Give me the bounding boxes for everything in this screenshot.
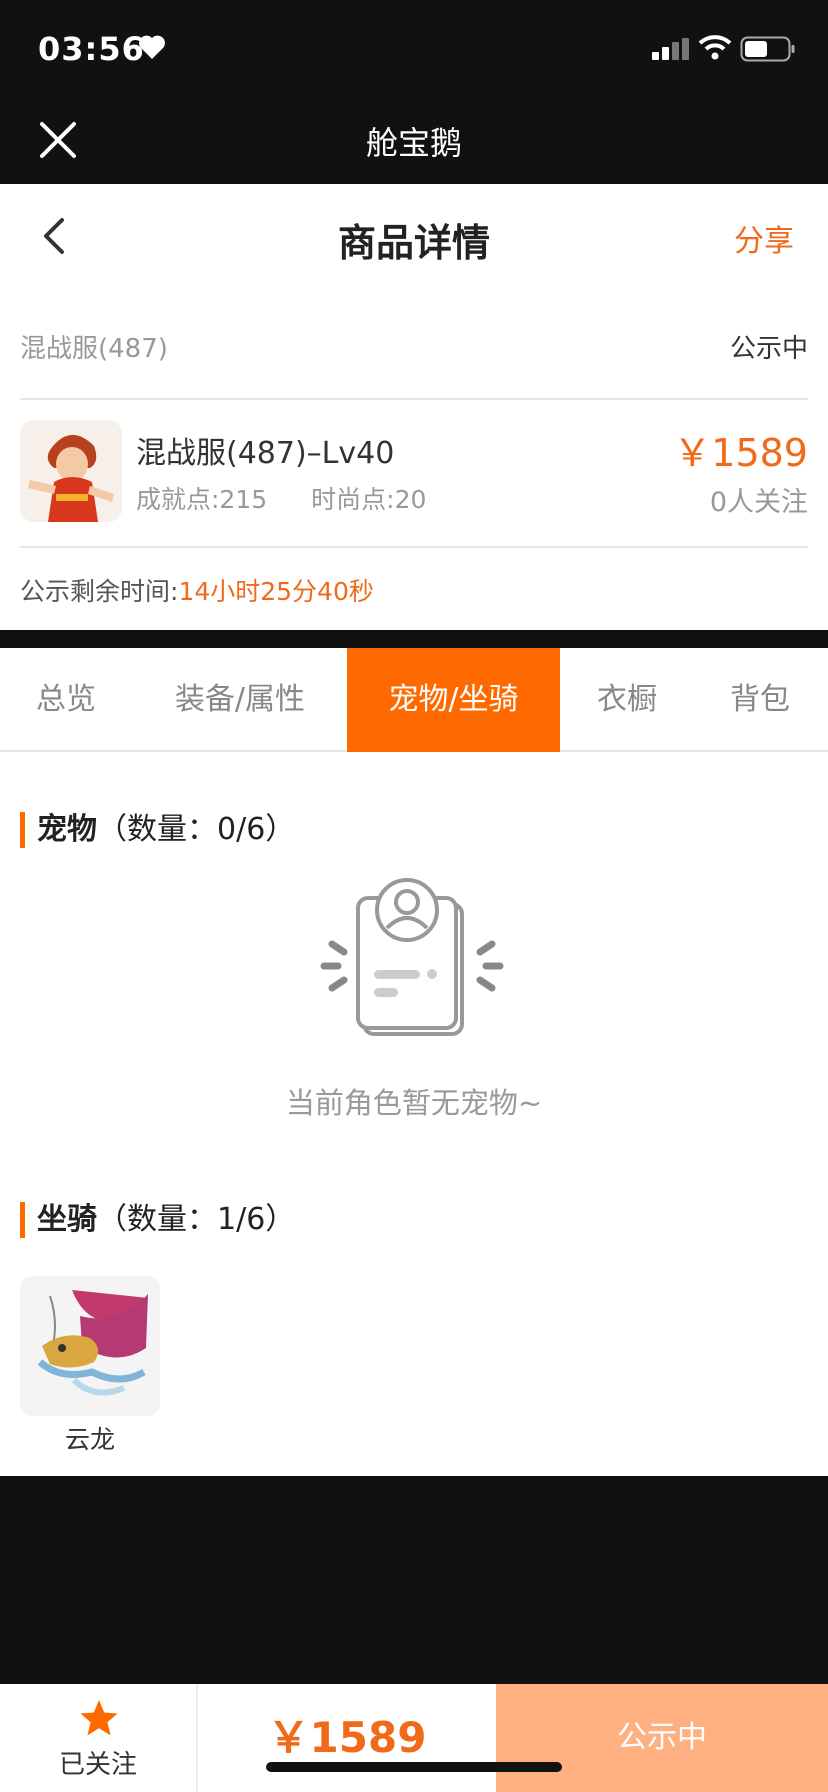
server-name: 混战服(487) xyxy=(20,334,168,364)
pets-mounts-panel: 宠物（数量：0/6） 当前角色暂无宠物~ 坐骑（数量：1/6） 云龙 xyxy=(0,752,828,1476)
achievement-points: 成就点:215 xyxy=(136,485,268,514)
character-avatar xyxy=(20,420,122,522)
bottom-price: ￥1589 xyxy=(267,1713,427,1762)
remaining-value: 14小时25分40秒 xyxy=(178,577,374,606)
mount-name: 云龙 xyxy=(64,1425,115,1454)
tab-overview[interactable]: 总览 xyxy=(0,648,132,752)
mount-card[interactable] xyxy=(20,1276,160,1416)
tab-backpack[interactable]: 背包 xyxy=(712,648,808,752)
star-icon xyxy=(80,1700,118,1736)
pets-heading: 宠物（数量：0/6） xyxy=(20,812,295,848)
mounts-heading: 坐骑（数量：1/6） xyxy=(20,1202,295,1238)
tab-pets-mounts[interactable]: 宠物/坐骑 xyxy=(347,648,560,752)
remaining-label: 公示剩余时间: xyxy=(20,577,179,606)
home-indicator[interactable] xyxy=(266,1762,562,1772)
bottom-bar: 已关注 ￥1589 公示中 xyxy=(0,1684,828,1792)
empty-pet-icon xyxy=(320,878,504,1036)
nav-bar: 商品详情 分享 xyxy=(0,184,828,288)
app-bar: 舱宝鹅 xyxy=(0,96,828,184)
heart-icon xyxy=(139,35,165,59)
battery-icon xyxy=(740,36,795,62)
mounts-title: 坐骑 xyxy=(37,1202,97,1237)
follow-label: 已关注 xyxy=(58,1750,137,1780)
tab-equipment[interactable]: 装备/属性 xyxy=(152,648,328,752)
app-title: 舱宝鹅 xyxy=(365,124,462,162)
signal-icon xyxy=(652,38,689,60)
product-header: 商品详情 分享 混战服(487) 公示中 混战服(487)–Lv40 成就点:2… xyxy=(0,184,828,630)
share-button[interactable]: 分享 xyxy=(734,216,794,260)
mounts-count: （数量：1/6） xyxy=(97,1202,296,1237)
empty-pet-text: 当前角色暂无宠物~ xyxy=(285,1086,543,1120)
item-stats: 成就点:215 时尚点:20 xyxy=(136,480,426,516)
remaining-time: 公示剩余时间:14小时25分40秒 xyxy=(20,572,374,608)
tab-wardrobe[interactable]: 衣橱 xyxy=(580,648,674,752)
item-card[interactable]: 混战服(487)–Lv40 成就点:215 时尚点:20 ￥1589 0人关注 xyxy=(20,400,808,548)
wifi-icon xyxy=(698,35,732,60)
item-name: 混战服(487)–Lv40 xyxy=(136,436,395,471)
follower-count: 0人关注 xyxy=(709,487,808,518)
item-price: ￥1589 xyxy=(673,431,808,475)
server-row: 混战服(487) 公示中 xyxy=(20,288,808,400)
status-button[interactable]: 公示中 xyxy=(496,1684,828,1792)
follow-button[interactable]: 已关注 xyxy=(0,1684,198,1792)
page-title: 商品详情 xyxy=(337,221,490,265)
fashion-points: 时尚点:20 xyxy=(311,485,427,514)
pets-count: （数量：0/6） xyxy=(97,812,296,847)
listing-state: 公示中 xyxy=(729,334,808,364)
tab-bar: 总览 装备/属性 宠物/坐骑 衣橱 背包 xyxy=(0,648,828,752)
pets-title: 宠物 xyxy=(37,812,97,847)
status-time: 03:56 xyxy=(38,30,145,68)
status-bar: 03:56 xyxy=(0,0,828,96)
